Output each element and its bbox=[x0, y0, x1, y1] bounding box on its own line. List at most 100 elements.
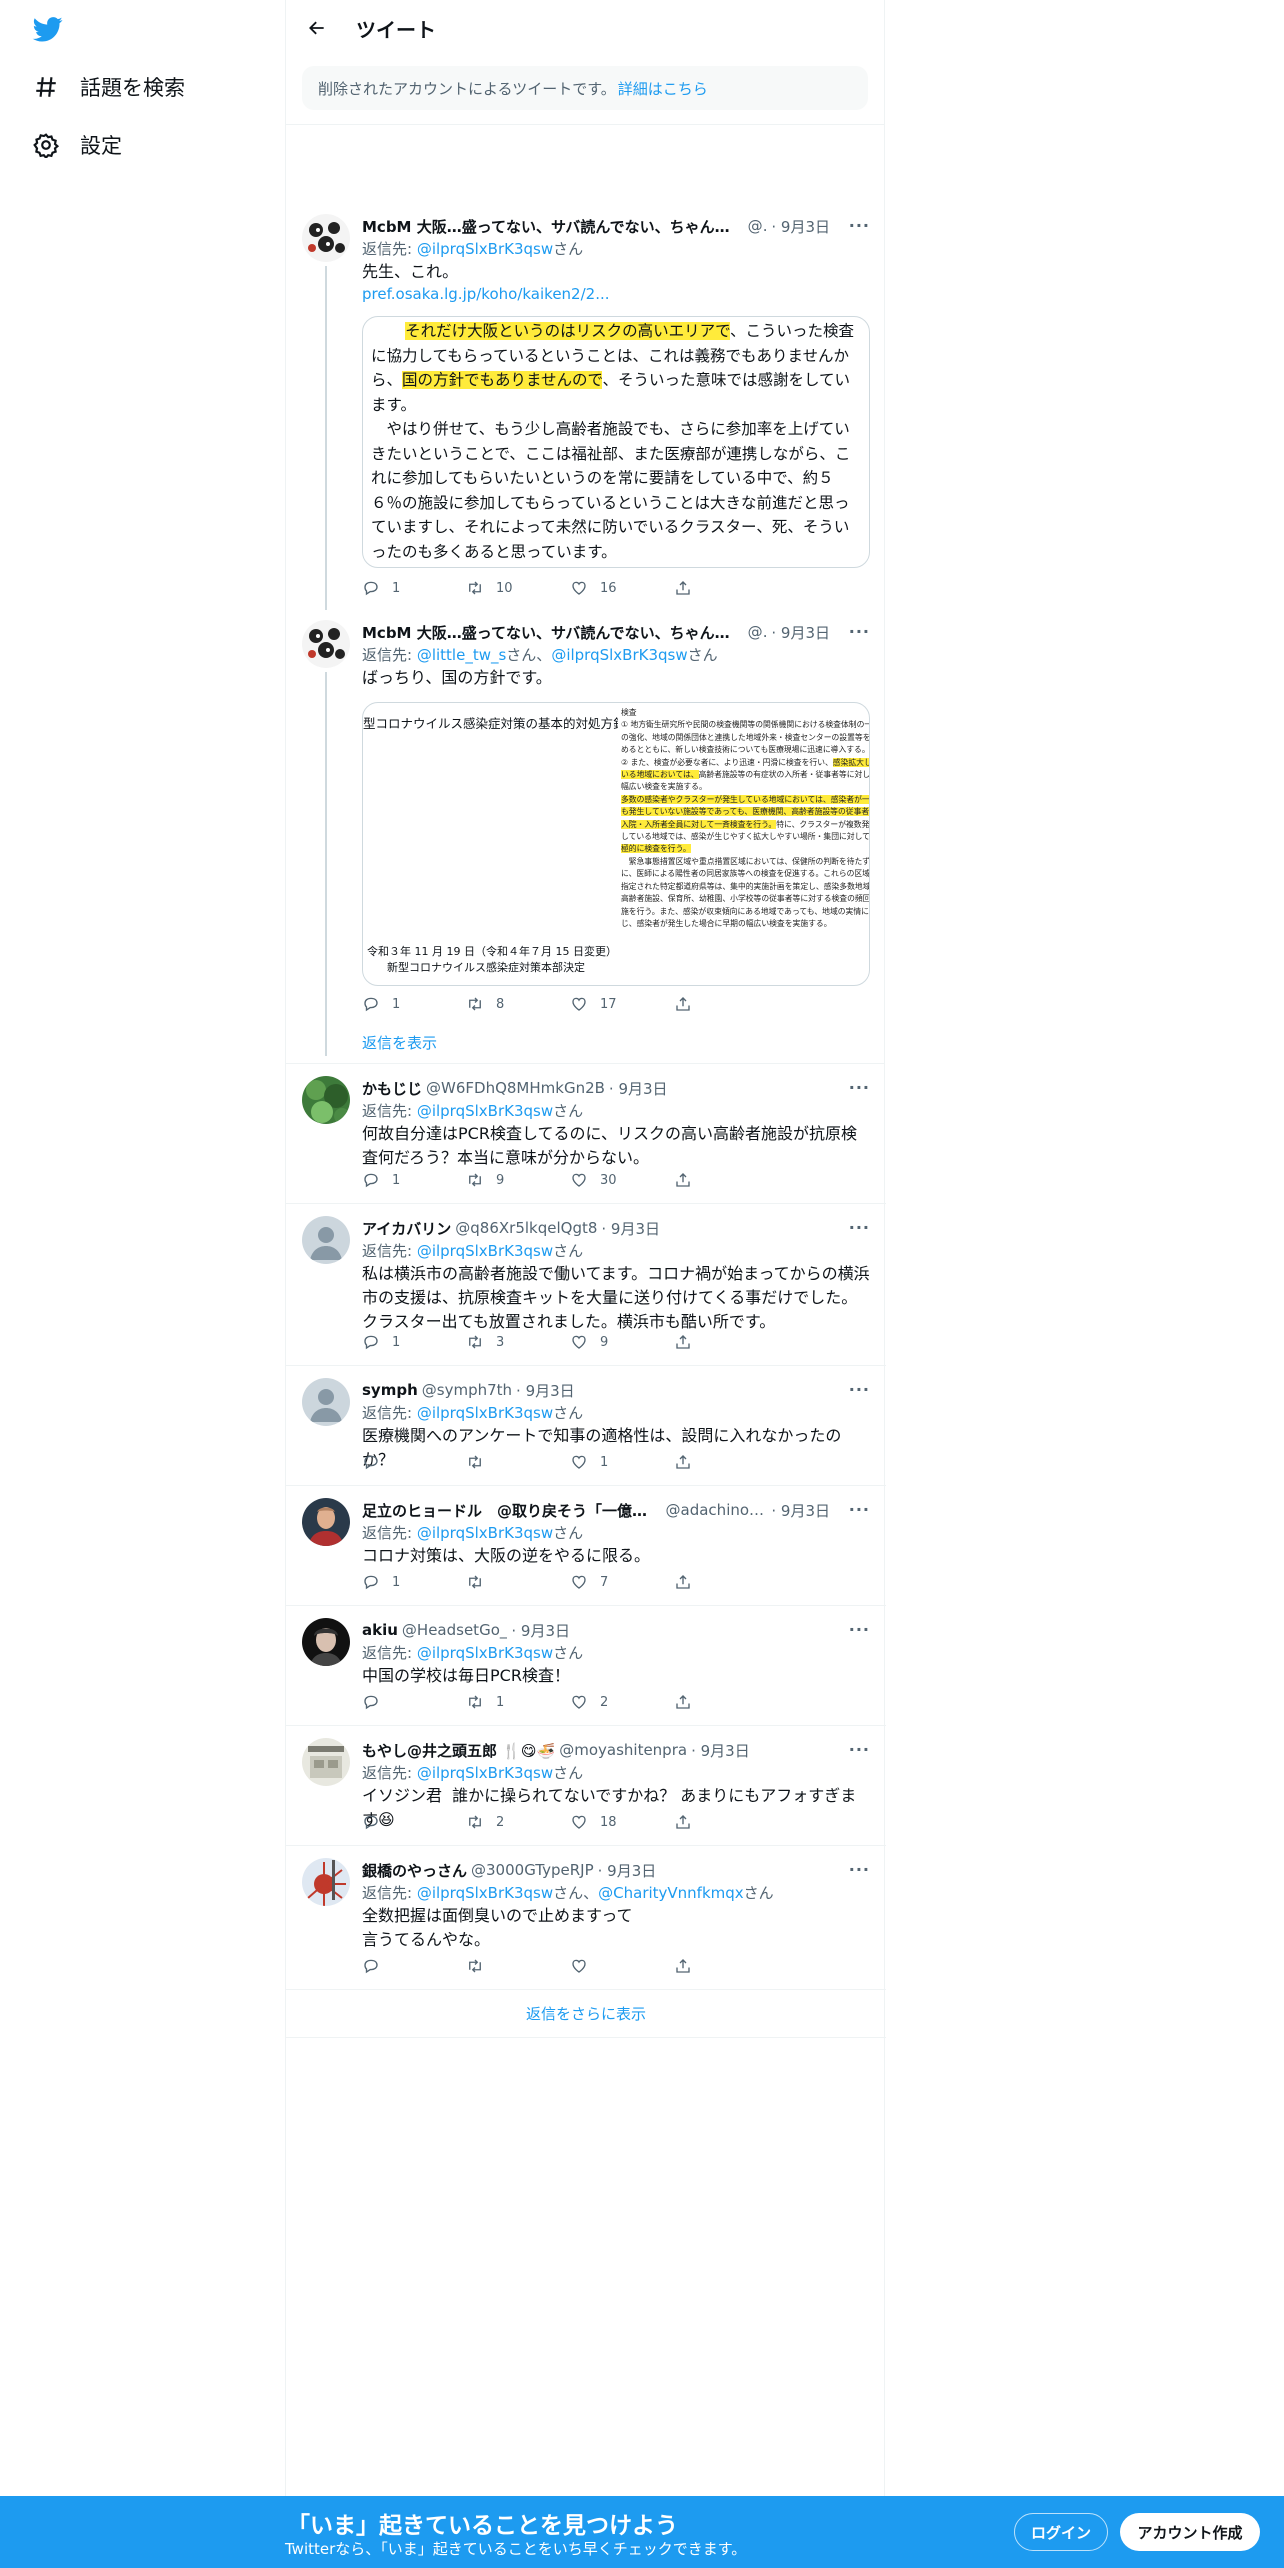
tweet[interactable]: アイカバリン @q86Xr5lkqelQgt8 · 9月3日 ··· 返信先: … bbox=[286, 1204, 886, 1366]
handle[interactable]: @moyashitenpra bbox=[559, 1741, 687, 1759]
retweet-button[interactable] bbox=[466, 1957, 570, 1975]
like-button[interactable]: 2 bbox=[570, 1693, 674, 1711]
display-name[interactable]: かもじじ bbox=[362, 1078, 422, 1099]
mention-link[interactable]: @ilprqSlxBrK3qsw bbox=[417, 1884, 553, 1902]
retweet-button[interactable]: 2 bbox=[466, 1813, 570, 1831]
reply-button[interactable] bbox=[362, 1813, 466, 1831]
more-icon[interactable]: ··· bbox=[849, 1740, 870, 1759]
more-icon[interactable]: ··· bbox=[849, 216, 870, 235]
mention-link[interactable]: @ilprqSlxBrK3qsw bbox=[417, 1644, 553, 1662]
mention-link[interactable]: @ilprqSlxBrK3qsw bbox=[551, 646, 687, 664]
mention-link[interactable]: @ilprqSlxBrK3qsw bbox=[417, 1404, 553, 1422]
tweet[interactable]: symph @symph7th · 9月3日 ··· 返信先: @ilprqSl… bbox=[286, 1366, 886, 1486]
back-arrow-icon[interactable] bbox=[302, 13, 332, 43]
signup-button[interactable]: アカウント作成 bbox=[1120, 2513, 1260, 2551]
reply-button[interactable]: 1 bbox=[362, 1573, 466, 1591]
like-button[interactable]: 16 bbox=[570, 579, 674, 597]
timestamp[interactable]: · 9月3日 bbox=[771, 1500, 830, 1521]
handle[interactable]: @symph7th bbox=[422, 1381, 512, 1399]
retweet-button[interactable] bbox=[466, 1453, 570, 1471]
more-icon[interactable]: ··· bbox=[849, 1860, 870, 1879]
display-name[interactable]: 銀橋のやっさん bbox=[362, 1860, 467, 1881]
tweet[interactable]: 銀橋のやっさん @3000GTypeRJP · 9月3日 ··· 返信先: @i… bbox=[286, 1846, 886, 1990]
mention-link[interactable]: @ilprqSlxBrK3qsw bbox=[417, 1242, 553, 1260]
like-button[interactable]: 1 bbox=[570, 1453, 674, 1471]
nav-explore[interactable]: 話題を検索 bbox=[32, 72, 185, 102]
avatar[interactable] bbox=[302, 620, 350, 668]
avatar[interactable] bbox=[302, 1618, 350, 1666]
share-button[interactable] bbox=[674, 1813, 704, 1831]
external-link[interactable]: pref.osaka.lg.jp/koho/kaiken2/2... bbox=[362, 284, 870, 304]
more-icon[interactable]: ··· bbox=[849, 1500, 870, 1519]
retweet-button[interactable] bbox=[466, 1573, 570, 1591]
mention-link[interactable]: @ilprqSlxBrK3qsw bbox=[417, 240, 553, 258]
timestamp[interactable]: · 9月3日 bbox=[516, 1380, 575, 1401]
timestamp[interactable]: · 9月3日 bbox=[691, 1740, 750, 1761]
timestamp[interactable]: · 9月3日 bbox=[771, 216, 830, 237]
reply-button[interactable]: 1 bbox=[362, 579, 466, 597]
display-name[interactable]: McbM 大阪…盛ってない、サバ読んでない、ちゃんと… bbox=[362, 216, 744, 237]
login-button[interactable]: ログイン bbox=[1014, 2513, 1108, 2551]
like-button[interactable]: 18 bbox=[570, 1813, 674, 1831]
handle[interactable]: @adachinof... bbox=[666, 1501, 768, 1519]
tweet[interactable]: akiu @HeadsetGo_ · 9月3日 ··· 返信先: @ilprqS… bbox=[286, 1606, 886, 1726]
timestamp[interactable]: · 9月3日 bbox=[598, 1860, 657, 1881]
show-replies-link[interactable]: 返信を表示 bbox=[362, 1032, 437, 1053]
share-button[interactable] bbox=[674, 1957, 704, 1975]
share-button[interactable] bbox=[674, 579, 704, 597]
share-button[interactable] bbox=[674, 995, 704, 1013]
retweet-button[interactable]: 1 bbox=[466, 1693, 570, 1711]
mention-link[interactable]: @little_tw_s bbox=[417, 646, 506, 664]
learn-more-link[interactable]: 詳細はこちら bbox=[618, 78, 708, 99]
twitter-logo-icon[interactable] bbox=[32, 14, 64, 44]
tweet[interactable]: 足立のヒョードル @取り戻そう「一億総… @adachinof... · 9月3… bbox=[286, 1486, 886, 1606]
display-name[interactable]: symph bbox=[362, 1381, 418, 1399]
like-button[interactable]: 9 bbox=[570, 1333, 674, 1351]
tweet[interactable]: もやし@井之頭五郎 🍴😋🍜 @moyashitenpra · 9月3日 ··· … bbox=[286, 1726, 886, 1846]
reply-button[interactable] bbox=[362, 1957, 466, 1975]
share-button[interactable] bbox=[674, 1453, 704, 1471]
avatar[interactable] bbox=[302, 1738, 350, 1786]
avatar[interactable] bbox=[302, 214, 350, 262]
mention-link[interactable]: @ilprqSlxBrK3qsw bbox=[417, 1764, 553, 1782]
more-icon[interactable]: ··· bbox=[849, 622, 870, 641]
handle[interactable]: @. bbox=[748, 217, 768, 235]
share-button[interactable] bbox=[674, 1333, 704, 1351]
tweet-image[interactable]: それだけ大阪というのはリスクの高いエリアで、こういった検査に協力してもらっている… bbox=[362, 316, 870, 568]
display-name[interactable]: もやし@井之頭五郎 🍴😋🍜 bbox=[362, 1740, 555, 1761]
retweet-button[interactable]: 8 bbox=[466, 995, 570, 1013]
show-more-replies-button[interactable]: 返信をさらに表示 bbox=[286, 1990, 886, 2038]
nav-settings[interactable]: 設定 bbox=[32, 130, 122, 160]
avatar[interactable] bbox=[302, 1858, 350, 1906]
handle[interactable]: @q86Xr5lkqelQgt8 bbox=[455, 1219, 597, 1237]
more-icon[interactable]: ··· bbox=[849, 1078, 870, 1097]
handle[interactable]: @3000GTypeRJP bbox=[471, 1861, 594, 1879]
avatar[interactable] bbox=[302, 1076, 350, 1124]
tweet-image[interactable]: 型コロナウイルス感染症対策の基本的対処方針 令和３年 11 月 19 日（令和４… bbox=[362, 702, 870, 986]
like-button[interactable]: 7 bbox=[570, 1573, 674, 1591]
handle[interactable]: @W6FDhQ8MHmkGn2B bbox=[426, 1079, 605, 1097]
timestamp[interactable]: · 9月3日 bbox=[771, 622, 830, 643]
display-name[interactable]: McbM 大阪…盛ってない、サバ読んでない、ちゃんと… bbox=[362, 622, 744, 643]
tweet[interactable]: かもじじ @W6FDhQ8MHmkGn2B · 9月3日 ··· 返信先: @i… bbox=[286, 1064, 886, 1204]
avatar[interactable] bbox=[302, 1498, 350, 1546]
handle[interactable]: @. bbox=[748, 623, 768, 641]
display-name[interactable]: アイカバリン bbox=[362, 1218, 451, 1239]
reply-button[interactable]: 1 bbox=[362, 995, 466, 1013]
display-name[interactable]: akiu bbox=[362, 1621, 398, 1639]
timestamp[interactable]: · 9月3日 bbox=[609, 1078, 668, 1099]
share-button[interactable] bbox=[674, 1171, 704, 1189]
tweet[interactable]: McbM 大阪…盛ってない、サバ読んでない、ちゃんと… @. · 9月3日 ··… bbox=[286, 212, 886, 610]
tweet[interactable]: McbM 大阪…盛ってない、サバ読んでない、ちゃんと… @. · 9月3日 ··… bbox=[286, 618, 886, 1078]
display-name[interactable]: 足立のヒョードル @取り戻そう「一億総… bbox=[362, 1500, 662, 1521]
retweet-button[interactable]: 3 bbox=[466, 1333, 570, 1351]
like-button[interactable] bbox=[570, 1957, 674, 1975]
like-button[interactable]: 17 bbox=[570, 995, 674, 1013]
handle[interactable]: @HeadsetGo_ bbox=[402, 1621, 507, 1639]
reply-button[interactable] bbox=[362, 1693, 466, 1711]
mention-link[interactable]: @ilprqSlxBrK3qsw bbox=[417, 1102, 553, 1120]
mention-link[interactable]: @ilprqSlxBrK3qsw bbox=[417, 1524, 553, 1542]
timestamp[interactable]: · 9月3日 bbox=[511, 1620, 570, 1641]
retweet-button[interactable]: 10 bbox=[466, 579, 570, 597]
share-button[interactable] bbox=[674, 1693, 704, 1711]
